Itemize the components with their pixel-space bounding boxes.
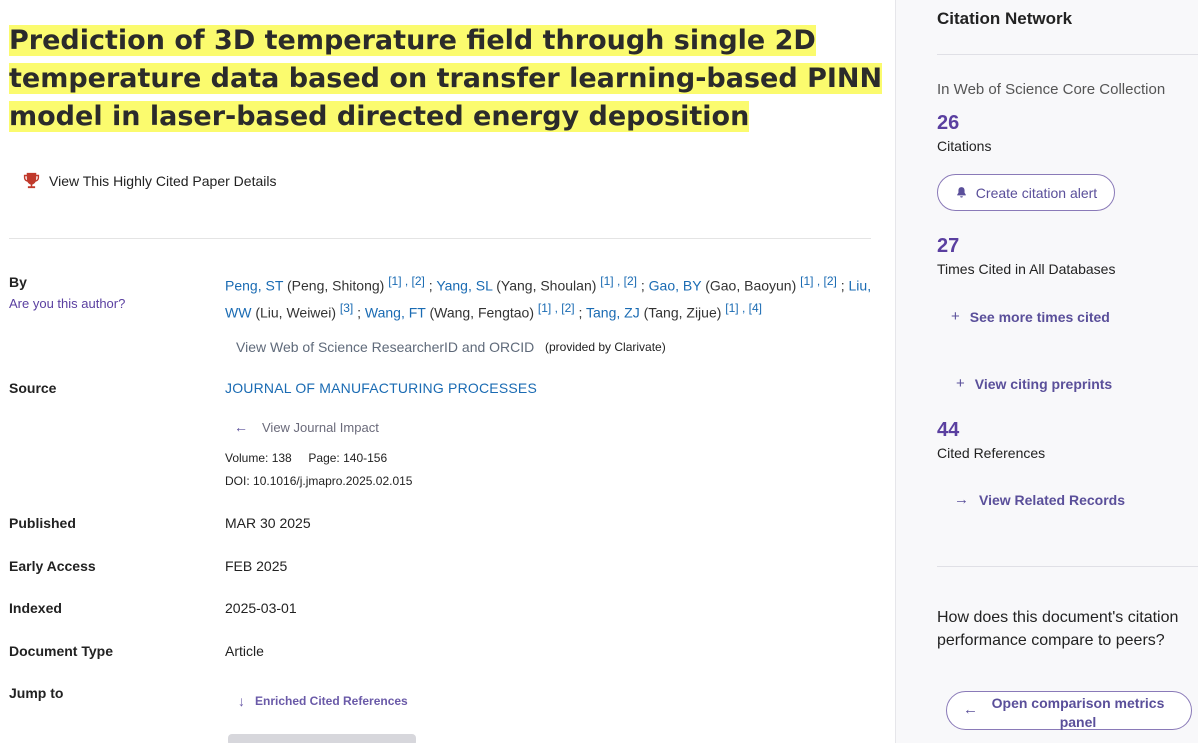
published-value: MAR 30 2025: [225, 515, 311, 531]
author-full-name: (Wang, Fengtao): [429, 304, 534, 321]
view-related-records-label: View Related Records: [979, 491, 1126, 508]
partially-hidden-button[interactable]: [228, 734, 416, 743]
page-value: 140-156: [343, 451, 388, 465]
times-cited-all-count[interactable]: 27: [937, 235, 959, 258]
trophy-icon: [23, 172, 40, 189]
early-access-value: FEB 2025: [225, 558, 288, 574]
author-full-name: (Liu, Weiwei): [255, 304, 336, 321]
author-name-link[interactable]: Gao, BY: [649, 278, 702, 294]
bell-icon: [957, 187, 966, 198]
source-label: Source: [9, 380, 57, 396]
by-label: By: [9, 274, 27, 290]
document-type-value: Article: [225, 643, 264, 659]
create-citation-alert-button[interactable]: Create citation alert: [937, 174, 1115, 211]
author-full-name: (Peng, Shitong): [287, 277, 385, 294]
indexed-label: Indexed: [9, 600, 62, 616]
researcher-id-link[interactable]: View Web of Science ResearcherID and ORC…: [236, 339, 534, 355]
volume-value: 138: [271, 451, 292, 465]
open-comparison-metrics-label: Open comparison metrics panel: [991, 695, 1165, 730]
volume-page-line: Volume: 138 Page: 140-156: [225, 451, 387, 465]
sidebar-divider: [937, 54, 1198, 55]
citation-network-title: Citation Network: [937, 9, 1073, 28]
arrow-left-icon: ←: [963, 701, 978, 718]
citations-count[interactable]: 26: [937, 112, 959, 135]
create-citation-alert-label: Create citation alert: [975, 184, 1098, 201]
author-list: Peng, ST (Peng, Shitong) [1] , [2] ; Yan…: [225, 274, 872, 321]
journal-impact-link[interactable]: ← View Journal Impact: [234, 419, 379, 435]
page-title: Prediction of 3D temperature field throu…: [9, 22, 889, 136]
enriched-cited-references-label: Enriched Cited References: [255, 694, 408, 708]
doi-value: 10.1016/j.jmapro.2025.02.015: [253, 474, 413, 488]
page-label: Page:: [308, 451, 340, 465]
jump-to-label: Jump to: [9, 685, 64, 701]
doi-label: DOI:: [225, 474, 250, 488]
arrow-left-icon: ←: [234, 419, 248, 435]
journal-link[interactable]: JOURNAL OF MANUFACTURING PROCESSES: [225, 380, 537, 396]
author-full-name: (Yang, Shoulan): [496, 277, 597, 294]
provided-by-note: (provided by Clarivate): [545, 340, 666, 354]
author-affiliation-refs[interactable]: [1] , [2]: [538, 301, 575, 315]
open-comparison-metrics-button[interactable]: ← Open comparison metrics panel: [946, 691, 1192, 730]
cited-references-label: Cited References: [937, 445, 1046, 461]
author-name-link[interactable]: Wang, FT: [365, 304, 426, 320]
view-related-records-link[interactable]: → View Related Records: [954, 491, 1125, 508]
indexed-value: 2025-03-01: [225, 600, 297, 616]
author-affiliation-refs[interactable]: [1] , [4]: [725, 301, 762, 315]
plus-icon: +: [956, 375, 965, 392]
arrow-down-icon: ↓: [238, 693, 245, 709]
early-access-label: Early Access: [9, 558, 96, 574]
author-name-link[interactable]: Yang, SL: [436, 278, 492, 294]
arrow-right-icon: →: [954, 491, 969, 508]
author-affiliation-refs[interactable]: [1] , [2]: [388, 274, 425, 288]
see-more-times-cited-label: See more times cited: [969, 308, 1110, 325]
author-affiliation-refs[interactable]: [1] , [2]: [800, 274, 837, 288]
are-you-author-link[interactable]: Are you this author?: [9, 296, 125, 311]
author-name-link[interactable]: Peng, ST: [225, 278, 283, 294]
plus-icon: +: [951, 308, 960, 325]
author-full-name: (Tang, Zijue): [643, 304, 722, 321]
citations-label: Citations: [937, 138, 992, 154]
author-name-link[interactable]: Tang, ZJ: [586, 304, 640, 320]
cited-references-count[interactable]: 44: [937, 419, 959, 442]
title-text: Prediction of 3D temperature field throu…: [9, 25, 883, 132]
view-citing-preprints-link[interactable]: + View citing preprints: [956, 375, 1112, 392]
enriched-cited-references-link[interactable]: ↓ Enriched Cited References: [238, 693, 408, 709]
citation-network-sidebar: Citation Network In Web of Science Core …: [895, 0, 1198, 743]
highly-cited-label: View This Highly Cited Paper Details: [49, 172, 277, 189]
section-divider: [9, 238, 871, 239]
times-cited-all-label: Times Cited in All Databases: [937, 261, 1116, 277]
volume-label: Volume:: [225, 451, 269, 465]
published-label: Published: [9, 515, 76, 531]
document-type-label: Document Type: [9, 643, 113, 659]
peer-comparison-question: How does this document's citation perfor…: [937, 609, 1179, 649]
author-full-name: (Gao, Baoyun): [705, 277, 797, 294]
record-main-panel: Prediction of 3D temperature field throu…: [0, 0, 895, 743]
collection-label: In Web of Science Core Collection: [937, 81, 1166, 98]
author-affiliation-refs[interactable]: [1] , [2]: [600, 274, 637, 288]
see-more-times-cited-link[interactable]: + See more times cited: [951, 308, 1110, 325]
journal-impact-label: View Journal Impact: [262, 419, 379, 435]
doi-line: DOI: 10.1016/j.jmapro.2025.02.015: [225, 474, 412, 488]
author-affiliation-refs[interactable]: [3]: [340, 301, 353, 315]
view-citing-preprints-label: View citing preprints: [974, 375, 1113, 392]
highly-cited-link[interactable]: View This Highly Cited Paper Details: [22, 171, 276, 190]
sidebar-divider: [937, 566, 1198, 567]
